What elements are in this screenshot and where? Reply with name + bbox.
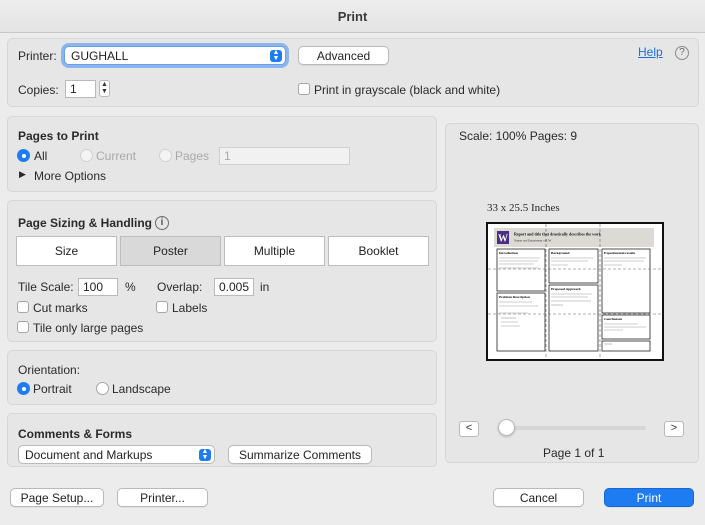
orientation-panel bbox=[7, 350, 437, 405]
summarize-comments-button[interactable]: Summarize Comments bbox=[228, 445, 372, 464]
poster-logo: W bbox=[498, 234, 508, 245]
comments-title: Comments & Forms bbox=[18, 427, 133, 441]
comments-select[interactable]: Document and Markups ▲ ▼ bbox=[18, 445, 215, 464]
cut-marks-label: Cut marks bbox=[33, 301, 88, 315]
pages-all-radio[interactable] bbox=[17, 149, 30, 162]
tile-only-large-label: Tile only large pages bbox=[33, 321, 144, 335]
pages-current-label: Current bbox=[96, 149, 137, 163]
info-icon[interactable]: i bbox=[155, 216, 169, 230]
tab-size[interactable]: Size bbox=[16, 236, 117, 266]
copies-label: Copies: bbox=[18, 83, 59, 97]
overlap-input[interactable]: 0.005 bbox=[214, 278, 254, 296]
page-indicator: Page 1 of 1 bbox=[543, 446, 605, 460]
landscape-label: Landscape bbox=[112, 382, 171, 396]
overlap-unit: in bbox=[260, 280, 270, 294]
portrait-label: Portrait bbox=[33, 382, 72, 396]
poster-preview-image: W Report and title that drastically desc… bbox=[488, 224, 662, 359]
copies-input[interactable]: 1 bbox=[65, 80, 96, 98]
tile-scale-unit: % bbox=[125, 280, 136, 294]
chevron-up-down-icon: ▲ ▼ bbox=[199, 448, 211, 461]
tile-only-large-checkbox[interactable] bbox=[17, 321, 29, 333]
pages-range-input[interactable]: 1 bbox=[219, 147, 350, 165]
advanced-button[interactable]: Advanced bbox=[298, 46, 389, 65]
comments-select-value: Document and Markups bbox=[25, 448, 153, 462]
pages-title: Pages to Print bbox=[18, 129, 99, 143]
page-slider-track[interactable] bbox=[500, 426, 646, 430]
tab-poster[interactable]: Poster bbox=[120, 236, 221, 266]
prev-page-button[interactable]: < bbox=[459, 421, 479, 437]
print-button[interactable]: Print bbox=[604, 488, 694, 507]
tile-scale-label: Tile Scale: bbox=[18, 280, 74, 294]
tab-booklet[interactable]: Booklet bbox=[328, 236, 429, 266]
poster-section-intro: Introduction bbox=[499, 251, 518, 255]
triangle-right-icon[interactable]: ▶ bbox=[19, 169, 26, 180]
preview-size-text: 33 x 25.5 Inches bbox=[487, 202, 560, 214]
pages-current-radio[interactable] bbox=[80, 149, 93, 162]
cut-marks-checkbox[interactable] bbox=[17, 301, 29, 313]
poster-section-approach: Proposed Approach bbox=[551, 287, 581, 291]
printer-select-value: GUGHALL bbox=[71, 49, 129, 63]
tab-multiple[interactable]: Multiple bbox=[224, 236, 325, 266]
pages-range-radio[interactable] bbox=[159, 149, 172, 162]
window-title: Print bbox=[0, 0, 705, 33]
poster-section-background: Background bbox=[551, 251, 569, 255]
chevron-up-icon: ▲ bbox=[101, 81, 108, 88]
landscape-radio[interactable] bbox=[96, 382, 109, 395]
help-link[interactable]: Help bbox=[638, 45, 663, 59]
next-page-button[interactable]: > bbox=[664, 421, 684, 437]
chevron-left-icon: < bbox=[465, 422, 473, 434]
poster-section-conclusions: Conclusions bbox=[604, 317, 623, 321]
printer-label: Printer: bbox=[18, 49, 57, 63]
more-options-label[interactable]: More Options bbox=[34, 169, 106, 183]
overlap-label: Overlap: bbox=[157, 280, 203, 294]
pages-range-label: Pages bbox=[175, 149, 210, 163]
help-icon[interactable]: ? bbox=[675, 46, 689, 60]
cancel-button[interactable]: Cancel bbox=[493, 488, 584, 507]
poster-section-results: Experimental results bbox=[604, 251, 636, 255]
sizing-title: Page Sizing & Handling bbox=[18, 216, 153, 230]
preview-scale-text: Scale: 100% Pages: 9 bbox=[459, 129, 578, 143]
page-setup-button[interactable]: Page Setup... bbox=[10, 488, 104, 507]
chevron-down-icon: ▼ bbox=[101, 88, 108, 95]
portrait-radio[interactable] bbox=[17, 382, 30, 395]
chevron-up-down-icon: ▲ ▼ bbox=[270, 49, 282, 62]
printer-select[interactable]: GUGHALL ▲ ▼ bbox=[64, 46, 286, 65]
labels-checkbox[interactable] bbox=[156, 301, 168, 313]
tile-scale-input[interactable]: 100 bbox=[78, 278, 118, 296]
pages-all-label: All bbox=[34, 149, 48, 163]
page-slider-knob[interactable] bbox=[498, 419, 515, 436]
poster-section-problem: Problem Description bbox=[499, 295, 530, 299]
labels-label: Labels bbox=[172, 301, 208, 315]
poster-preview: W Report and title that drastically desc… bbox=[486, 222, 664, 361]
poster-title: Report and title that drastically descri… bbox=[514, 232, 602, 237]
grayscale-checkbox[interactable] bbox=[298, 83, 310, 95]
printer-button[interactable]: Printer... bbox=[117, 488, 208, 507]
grayscale-label: Print in grayscale (black and white) bbox=[314, 83, 501, 97]
chevron-right-icon: > bbox=[670, 422, 678, 434]
orientation-title: Orientation: bbox=[18, 363, 81, 377]
copies-stepper[interactable]: ▲ ▼ bbox=[99, 80, 110, 97]
